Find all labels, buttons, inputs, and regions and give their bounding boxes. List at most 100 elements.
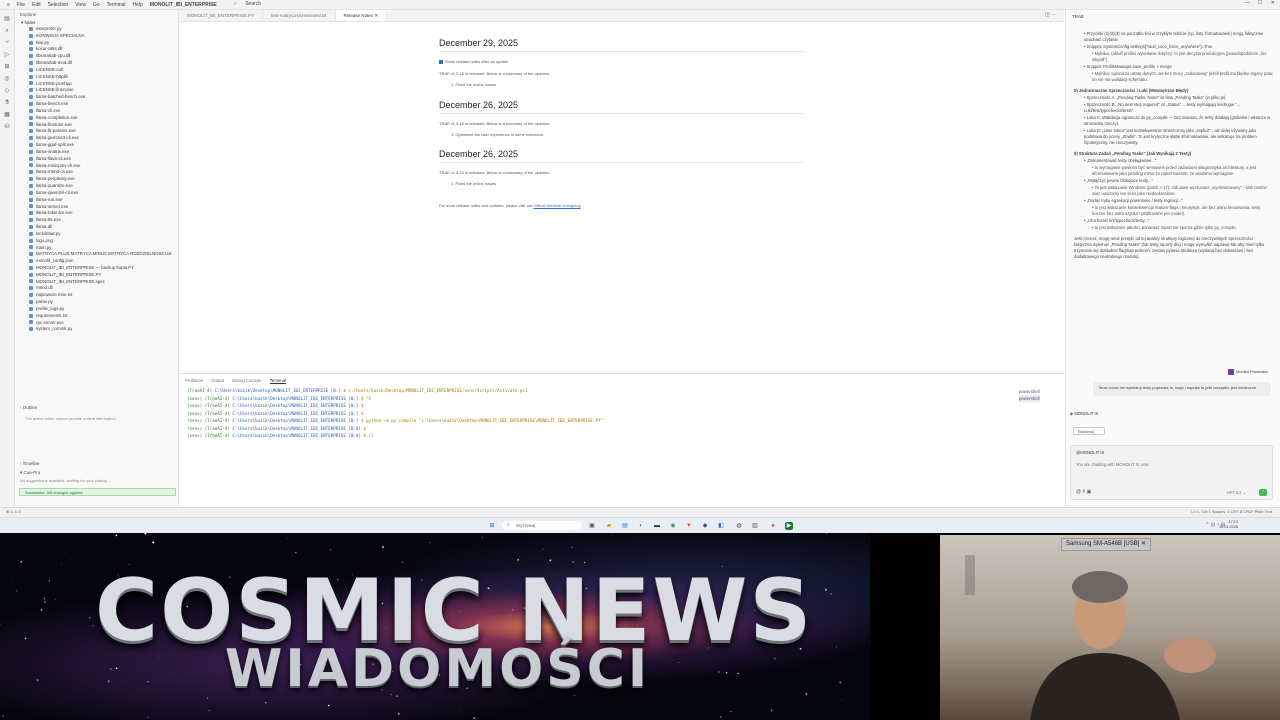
file-item[interactable]: llama-batched-bench.exe	[15, 94, 178, 101]
file-item[interactable]: interpreter.py	[15, 26, 178, 33]
file-item[interactable]: MATRYCA PLUS MATRYCA MINUS MATRYCA ROZDZ…	[15, 251, 178, 258]
file-item[interactable]: rpc-server.exe	[15, 320, 178, 327]
edge-icon[interactable]: ◐	[637, 522, 645, 530]
file-item[interactable]: main.py	[15, 245, 178, 252]
menu-help[interactable]: Help	[133, 2, 143, 8]
more-actions-icon[interactable]: ⋯	[1051, 12, 1056, 18]
file-item[interactable]: llama-qwen2vl-cli.exe	[15, 190, 178, 197]
file-item[interactable]: LICENSE-linenoise	[15, 87, 178, 94]
file-item[interactable]: llama-server.exe	[15, 204, 178, 211]
tab-debug-console[interactable]: Debug Console	[232, 378, 262, 384]
file-explorer-icon[interactable]: ▰	[605, 522, 613, 530]
shell-item[interactable]: powershell	[1019, 395, 1040, 402]
tab-close-icon[interactable]: ✕	[374, 13, 378, 18]
tab-release-notes[interactable]: Release Notes ✕	[335, 10, 388, 21]
file-item[interactable]: llama-minicpmv-cli.exe	[15, 163, 178, 170]
file-item[interactable]: libsmartab-mod.dll	[15, 60, 178, 67]
menu-file[interactable]: File	[17, 2, 25, 8]
folder-root[interactable]: ▾ folder	[15, 19, 178, 26]
menu-terminal[interactable]: Terminal	[107, 2, 126, 8]
file-item[interactable]: llama-imatrix.exe	[15, 149, 178, 156]
file-item[interactable]: najnowsze mne.txt	[15, 292, 178, 299]
shell-item[interactable]: powershell	[1019, 388, 1040, 395]
file-item[interactable]: MONOLIT_IBI_ENTERPRISE.spec	[15, 279, 178, 286]
command-search[interactable]: ⌕ Search	[234, 1, 384, 7]
image-icon[interactable]: ▣	[1087, 489, 1092, 495]
obs-icon[interactable]: ◍	[735, 522, 743, 530]
files-icon[interactable]: ▤	[3, 16, 11, 22]
timeline-header[interactable]: › Timeline	[15, 460, 183, 467]
outline-header[interactable]: › Outline	[15, 404, 183, 412]
file-item[interactable]: llama.dll	[15, 224, 178, 231]
menu-view[interactable]: View	[75, 2, 86, 8]
docker-icon[interactable]: ▦	[3, 112, 11, 118]
testing-icon[interactable]: ⚗	[3, 100, 11, 106]
file-item[interactable]: llama-fit-params.exe	[15, 128, 178, 135]
file-item[interactable]: llama-run.exe	[15, 197, 178, 204]
reasoning-button[interactable]: Rozumuj	[1073, 427, 1105, 435]
windows-start-icon[interactable]: ⊞	[488, 522, 496, 530]
clock[interactable]: 17:13 19.01.2026	[1219, 520, 1238, 530]
vscode-icon[interactable]: ◧	[717, 522, 725, 530]
tab-test-matryca[interactable]: test-matryca-przewsinew.txt	[263, 10, 336, 21]
checkbox-checked-icon[interactable]	[439, 59, 443, 64]
file-item[interactable]: monolit_config.json	[15, 258, 178, 265]
file-item[interactable]: llama-cli.exe	[15, 108, 178, 115]
send-icon[interactable]: ↑	[1259, 489, 1267, 496]
maximize-icon[interactable]: ☐	[1258, 0, 1262, 6]
file-item[interactable]: LICENSE-httplib	[15, 74, 178, 81]
file-item[interactable]: LICENSE-jsonhpp	[15, 81, 178, 88]
mention-icon[interactable]: @	[1076, 489, 1081, 495]
extensions-icon[interactable]: ⊞	[3, 64, 11, 70]
minimize-icon[interactable]: —	[1245, 0, 1250, 6]
menu-go[interactable]: Go	[93, 2, 100, 8]
file-item[interactable]: MONOLIT_IBI_ENTERPRISE — backup kopia.PY	[15, 265, 178, 272]
file-item[interactable]: kiwi.py	[15, 40, 178, 47]
file-item[interactable]: MONOLIT_IBI_ENTERPRISE.PY	[15, 272, 178, 279]
tab-problems[interactable]: Problems	[185, 378, 203, 384]
file-item[interactable]: mtmd.dll	[15, 285, 178, 292]
file-item[interactable]: libsmartab-cpu.dll	[15, 53, 178, 60]
tab-monolit-py[interactable]: MONOLIT_IBI_ENTERPRISE.PY	[179, 10, 264, 21]
app-icon[interactable]: ▥	[751, 522, 759, 530]
changelog-link[interactable]: Official Website changelog	[534, 203, 581, 208]
file-item[interactable]: llama-gemma3-cli.exe	[15, 135, 178, 142]
file-item[interactable]: system_commit.py	[15, 326, 178, 333]
editor-status[interactable]: Ln 1, Col 1 Spaces: 4 UTF-8 CRLF Plain T…	[1191, 509, 1272, 514]
file-item[interactable]: llama-mtmd-cli.exe	[15, 169, 178, 176]
app-icon[interactable]: ◆	[701, 522, 709, 530]
app-menu-icon[interactable]: ≡	[7, 2, 10, 8]
file-item[interactable]: requirements.txt	[15, 313, 178, 320]
file-item[interactable]: parse.py	[15, 299, 178, 306]
file-item[interactable]: logo.png	[15, 238, 178, 245]
file-item[interactable]: profile_logs.py	[15, 306, 178, 313]
close-icon[interactable]: ✕	[1141, 541, 1146, 547]
taskbar-search[interactable]: Wyszukaj	[502, 521, 582, 530]
hash-icon[interactable]: #	[1082, 489, 1085, 495]
database-icon[interactable]: ⛁	[3, 124, 11, 130]
trae-icon[interactable]: ▶	[785, 522, 793, 530]
model-selector[interactable]: GPT-5.2 ⌄	[1227, 490, 1246, 495]
run-debug-icon[interactable]: ▷	[3, 52, 11, 58]
file-item[interactable]: llama-completion.exe	[15, 115, 178, 122]
close-icon[interactable]: ✕	[1271, 0, 1275, 6]
store-icon[interactable]: ▤	[621, 522, 629, 530]
menu-edit[interactable]: Edit	[32, 2, 41, 8]
brave-icon[interactable]: ▼	[685, 522, 693, 530]
file-item[interactable]: llama-perplexity.exe	[15, 176, 178, 183]
file-item[interactable]: llama-bench.exe	[15, 101, 178, 108]
remote-icon[interactable]: ◎	[3, 76, 11, 82]
project-name[interactable]: MONOLIT_IBI_ENTERPRISE	[150, 2, 217, 8]
ai-assistant-icon[interactable]: ◇	[3, 88, 11, 94]
search-icon[interactable]: ⌕	[3, 28, 11, 34]
composer-agent[interactable]: @MONOLIT III	[1076, 450, 1104, 455]
file-item[interactable]: llama-tts.exe	[15, 217, 178, 224]
chat-input[interactable]	[1076, 462, 1266, 467]
task-view-icon[interactable]: ▣	[588, 522, 596, 530]
tab-terminal[interactable]: Terminal	[269, 378, 286, 384]
file-item[interactable]: LICENSE-curl	[15, 67, 178, 74]
file-item[interactable]: llama-tokenize.exe	[15, 210, 178, 217]
show-notes-toggle[interactable]: Show release notes after an update	[439, 59, 804, 64]
file-item[interactable]: llama-quantize.exe	[15, 183, 178, 190]
chrome-icon[interactable]: ◉	[669, 522, 677, 530]
